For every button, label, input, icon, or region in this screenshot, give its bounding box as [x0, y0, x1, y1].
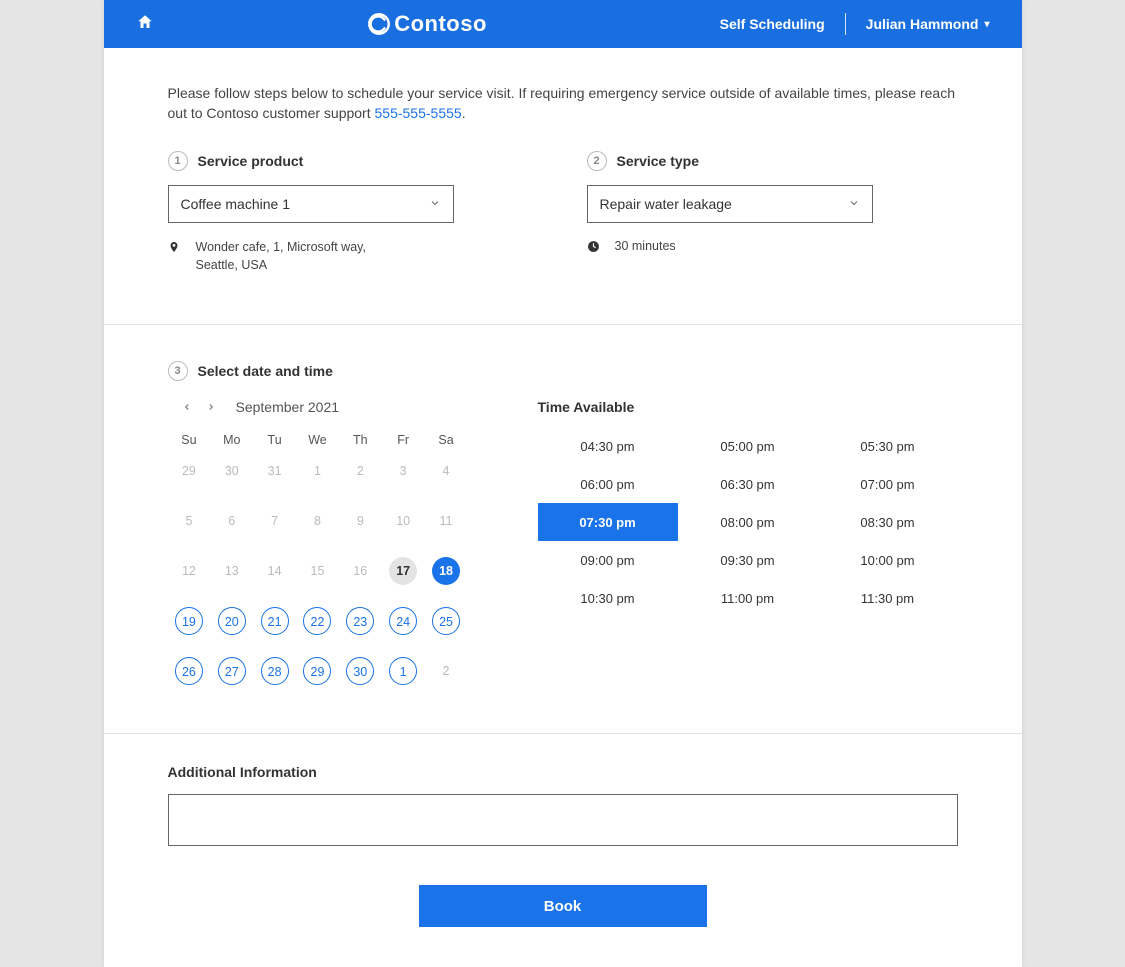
calendar-day: 15 [303, 557, 331, 585]
calendar-day: 12 [175, 557, 203, 585]
calendar-day-header: Mo [210, 427, 253, 453]
calendar-day[interactable]: 20 [218, 607, 246, 635]
time-slot[interactable]: 10:00 pm [818, 541, 958, 579]
self-scheduling-link[interactable]: Self Scheduling [700, 16, 845, 32]
chevron-down-icon [848, 196, 860, 212]
calendar-day[interactable]: 27 [218, 657, 246, 685]
calendar-day-header: Sa [425, 427, 468, 453]
additional-information-section: Additional Information Book [104, 734, 1022, 967]
calendar-day-header: We [296, 427, 339, 453]
book-button[interactable]: Book [419, 885, 707, 927]
service-type-value: Repair water leakage [600, 196, 732, 212]
calendar-month-label: September 2021 [236, 399, 340, 415]
calendar-day: 2 [432, 657, 460, 685]
calendar-day[interactable]: 18 [432, 557, 460, 585]
calendar-day[interactable]: 25 [432, 607, 460, 635]
service-duration: 30 minutes [615, 239, 676, 253]
intro-text: Please follow steps below to schedule yo… [168, 84, 958, 123]
calendar-prev-button[interactable] [182, 399, 192, 415]
calendar-day-header: Tu [253, 427, 296, 453]
time-slots: Time Available 04:30 pm05:00 pm05:30 pm0… [498, 399, 958, 703]
calendar-day: 1 [303, 457, 331, 485]
home-icon[interactable] [136, 13, 154, 36]
calendar-day: 16 [346, 557, 374, 585]
service-type-select[interactable]: Repair water leakage [587, 185, 873, 223]
clock-icon [587, 240, 601, 256]
time-available-title: Time Available [538, 399, 958, 415]
time-slot[interactable]: 06:00 pm [538, 465, 678, 503]
step-number-2: 2 [587, 151, 607, 171]
calendar-day[interactable]: 19 [175, 607, 203, 635]
calendar-day[interactable]: 21 [261, 607, 289, 635]
calendar-day-header: Th [339, 427, 382, 453]
chevron-down-icon: ▾ [984, 19, 989, 30]
time-slot[interactable]: 07:00 pm [818, 465, 958, 503]
step-1-title: Service product [198, 153, 304, 169]
calendar-day: 4 [432, 457, 460, 485]
time-slot[interactable]: 04:30 pm [538, 427, 678, 465]
calendar-day: 30 [218, 457, 246, 485]
additional-info-input[interactable] [168, 794, 958, 846]
calendar-day[interactable]: 24 [389, 607, 417, 635]
intro-part-a: Please follow steps below to schedule yo… [168, 85, 956, 121]
calendar-day: 2 [346, 457, 374, 485]
intro-part-b: . [462, 105, 466, 121]
step-2-service-type: 2 Service type Repair water leakage 30 m… [587, 151, 958, 274]
time-slot[interactable]: 07:30 pm [538, 503, 678, 541]
chevron-down-icon [429, 196, 441, 212]
calendar-day: 31 [261, 457, 289, 485]
calendar-day: 14 [261, 557, 289, 585]
time-slot[interactable]: 11:30 pm [818, 579, 958, 617]
calendar-day: 3 [389, 457, 417, 485]
step-number-1: 1 [168, 151, 188, 171]
calendar-day[interactable]: 17 [389, 557, 417, 585]
calendar-day: 7 [261, 507, 289, 535]
user-menu[interactable]: Julian Hammond ▾ [846, 16, 990, 32]
brand-logo: Contoso [366, 11, 487, 37]
service-product-select[interactable]: Coffee machine 1 [168, 185, 454, 223]
step-number-3: 3 [168, 361, 188, 381]
calendar-day[interactable]: 28 [261, 657, 289, 685]
calendar-day: 6 [218, 507, 246, 535]
step-2-title: Service type [617, 153, 700, 169]
time-slot[interactable]: 09:00 pm [538, 541, 678, 579]
time-slot[interactable]: 08:00 pm [678, 503, 818, 541]
service-product-value: Coffee machine 1 [181, 196, 290, 212]
service-product-location: Wonder cafe, 1, Microsoft way, Seattle, … [196, 239, 376, 274]
calendar-day: 10 [389, 507, 417, 535]
calendar-day[interactable]: 26 [175, 657, 203, 685]
time-slot[interactable]: 05:30 pm [818, 427, 958, 465]
calendar-day-header: Fr [382, 427, 425, 453]
calendar-day: 9 [346, 507, 374, 535]
time-slot[interactable]: 05:00 pm [678, 427, 818, 465]
calendar-day[interactable]: 22 [303, 607, 331, 635]
calendar-day: 5 [175, 507, 203, 535]
step-3-select-date-time: 3 Select date and time September 2021 Su… [104, 325, 1022, 733]
calendar-day: 11 [432, 507, 460, 535]
calendar-day[interactable]: 23 [346, 607, 374, 635]
time-slot[interactable]: 08:30 pm [818, 503, 958, 541]
time-slot[interactable]: 06:30 pm [678, 465, 818, 503]
brand-name: Contoso [394, 11, 487, 37]
calendar-day: 29 [175, 457, 203, 485]
calendar-day: 8 [303, 507, 331, 535]
step-1-service-product: 1 Service product Coffee machine 1 Wonde… [168, 151, 539, 274]
support-phone-link[interactable]: 555-555-5555 [375, 105, 462, 121]
calendar: September 2021 SuMoTuWeThFrSa 2930311234… [168, 399, 468, 703]
calendar-day: 13 [218, 557, 246, 585]
calendar-day[interactable]: 30 [346, 657, 374, 685]
user-name-label: Julian Hammond [866, 16, 979, 32]
app-header: Contoso Self Scheduling Julian Hammond ▾ [104, 0, 1022, 48]
calendar-day[interactable]: 1 [389, 657, 417, 685]
additional-info-title: Additional Information [168, 764, 317, 780]
time-slot[interactable]: 11:00 pm [678, 579, 818, 617]
calendar-day[interactable]: 29 [303, 657, 331, 685]
step-3-title: Select date and time [198, 363, 333, 379]
time-slot[interactable]: 09:30 pm [678, 541, 818, 579]
time-slot[interactable]: 10:30 pm [538, 579, 678, 617]
calendar-next-button[interactable] [206, 399, 216, 415]
location-pin-icon [168, 240, 182, 257]
calendar-day-header: Su [168, 427, 211, 453]
